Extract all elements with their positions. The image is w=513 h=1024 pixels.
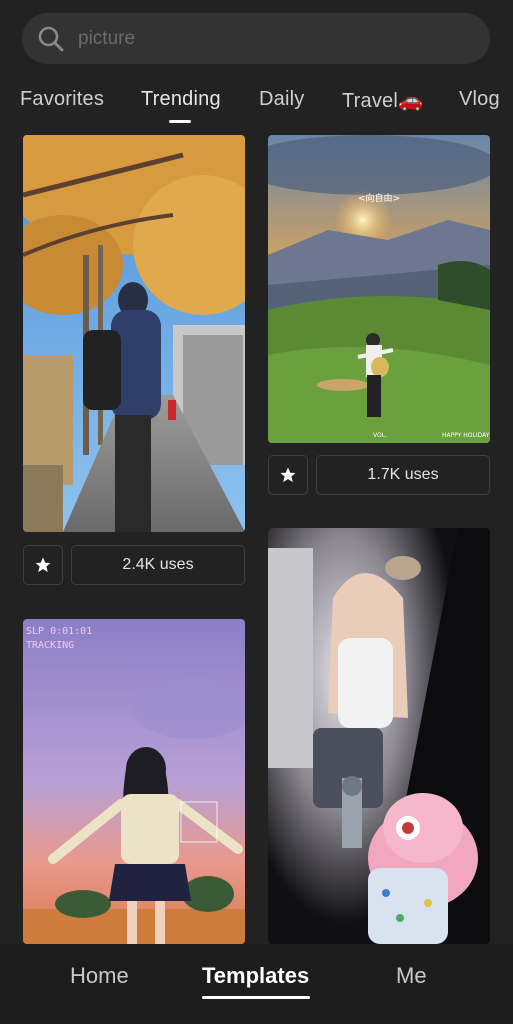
tab-vlog[interactable]: Vlog — [459, 88, 500, 111]
favorite-button[interactable] — [23, 545, 63, 585]
active-nav-indicator — [202, 996, 310, 999]
star-icon — [280, 467, 296, 483]
nav-templates[interactable]: Templates — [202, 963, 309, 989]
template-card-plush[interactable] — [268, 528, 490, 944]
bottom-navigation: Home Templates Me — [0, 944, 513, 1024]
card-overlay-title: <向自由> — [358, 192, 400, 204]
search-bar[interactable] — [22, 13, 490, 64]
template-card-meadow[interactable]: <向自由> VOL. HAPPY HOLIDAY — [268, 135, 490, 443]
template-thumbnail: SLP 0:01:01 TRACKING — [23, 619, 245, 944]
template-card-sunset[interactable]: SLP 0:01:01 TRACKING — [23, 619, 245, 944]
nav-me[interactable]: Me — [396, 963, 427, 989]
uses-button[interactable]: 1.7K uses — [316, 455, 490, 495]
tab-daily[interactable]: Daily — [259, 88, 304, 111]
template-thumbnail — [23, 135, 245, 532]
search-input[interactable] — [78, 13, 468, 64]
card-overlay-left: VOL. — [373, 432, 387, 439]
search-icon — [38, 26, 64, 52]
category-tabs: Favorites Trending Daily Travel🚗 Vlog — [0, 82, 513, 126]
nav-home[interactable]: Home — [70, 963, 129, 989]
tab-favorites[interactable]: Favorites — [20, 88, 104, 111]
active-tab-indicator — [169, 120, 191, 123]
uses-button[interactable]: 2.4K uses — [71, 545, 245, 585]
template-card-autumn[interactable] — [23, 135, 245, 532]
card-overlay-line2: TRACKING — [26, 640, 74, 651]
template-actions: 2.4K uses — [23, 545, 245, 585]
template-thumbnail — [268, 528, 490, 944]
template-thumbnail: <向自由> VOL. HAPPY HOLIDAY — [268, 135, 490, 443]
tab-trending[interactable]: Trending — [141, 88, 221, 111]
tab-travel[interactable]: Travel🚗 — [342, 88, 423, 113]
card-overlay-line1: SLP 0:01:01 — [26, 626, 92, 637]
favorite-button[interactable] — [268, 455, 308, 495]
card-overlay-right: HAPPY HOLIDAY — [442, 432, 490, 439]
template-actions: 1.7K uses — [268, 455, 490, 495]
star-icon — [35, 557, 51, 573]
